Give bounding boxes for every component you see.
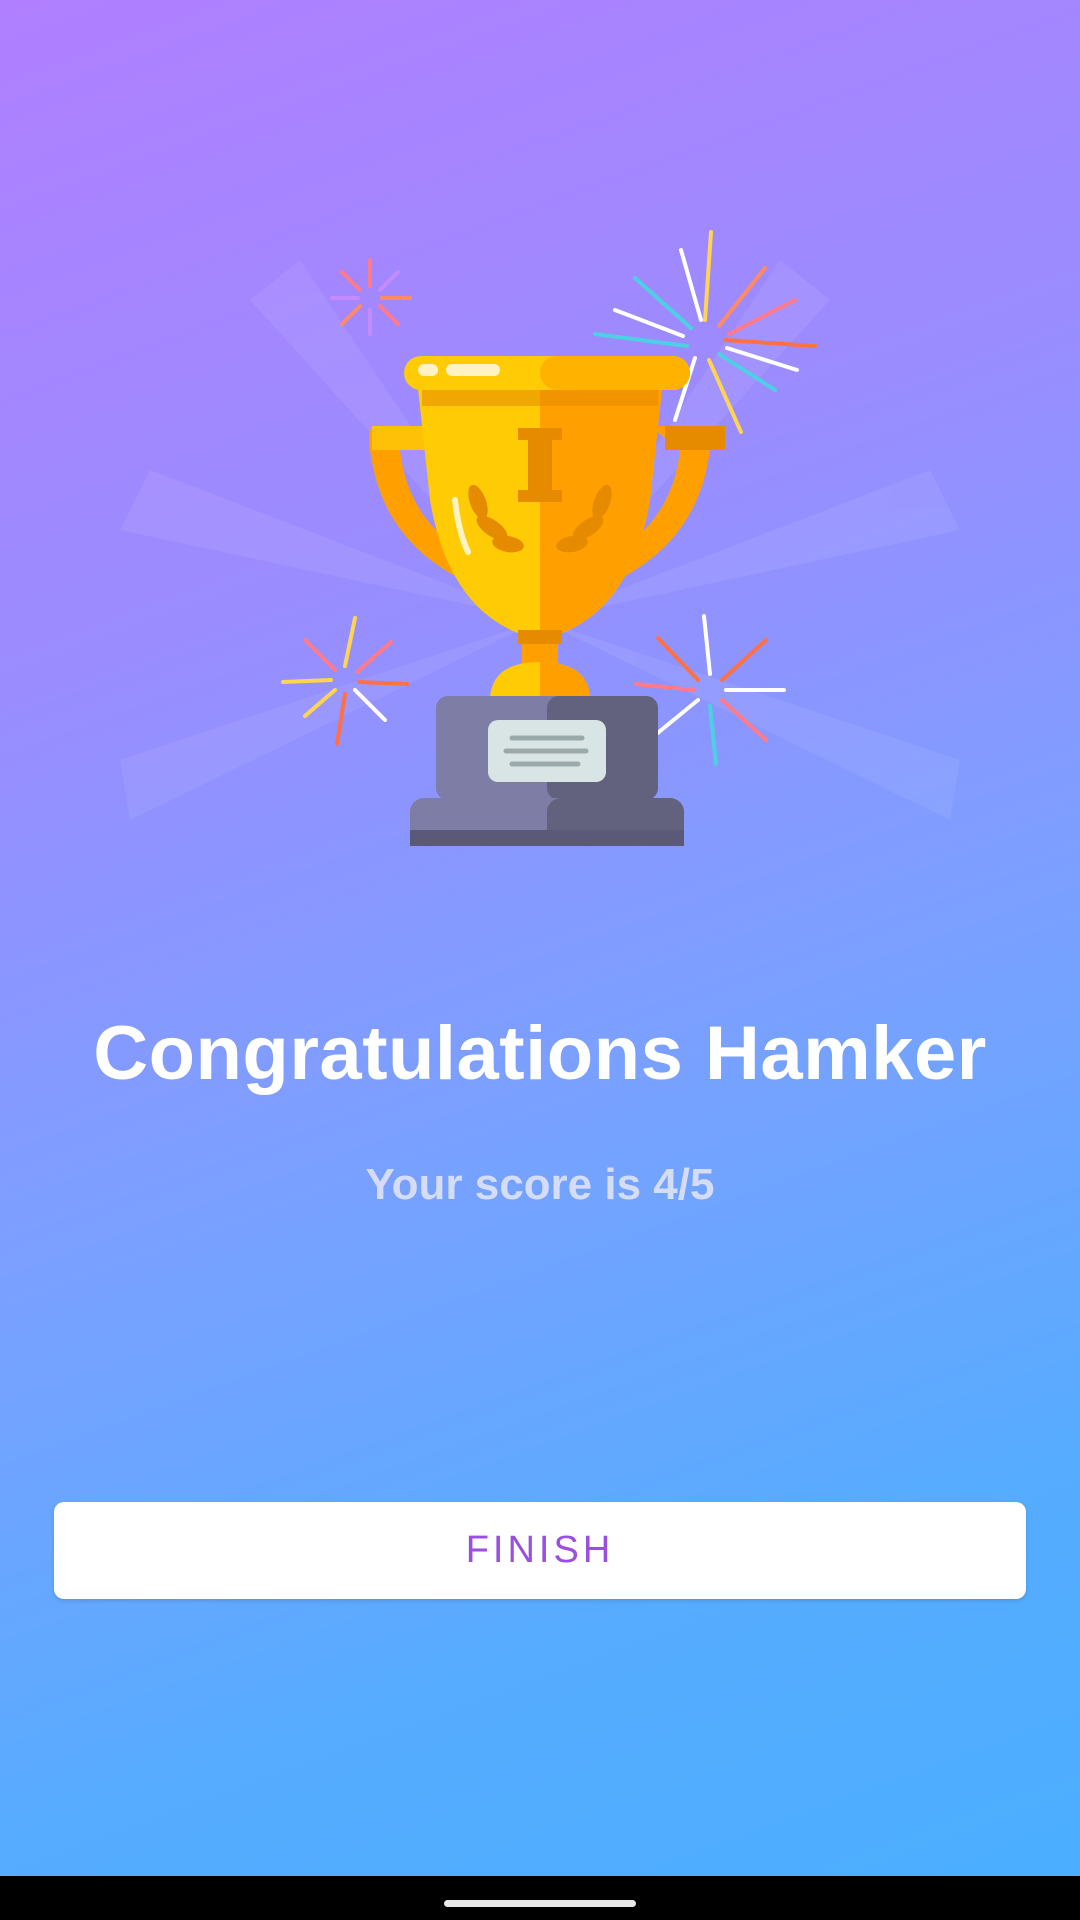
congratulations-title: Congratulations Hamker — [93, 1011, 987, 1096]
result-screen: Congratulations Hamker Your score is 4/5… — [0, 0, 1080, 1876]
firework-icon — [281, 616, 409, 746]
score-text: Your score is 4/5 — [365, 1160, 715, 1209]
trophy-illustration — [0, 200, 1080, 880]
finish-button[interactable]: FINISH — [54, 1502, 1026, 1599]
firework-icon — [634, 614, 786, 766]
home-gesture-handle[interactable] — [444, 1900, 636, 1907]
system-navigation-bar — [0, 1876, 1080, 1920]
trophy-icon — [281, 230, 817, 846]
firework-icon — [330, 258, 412, 336]
